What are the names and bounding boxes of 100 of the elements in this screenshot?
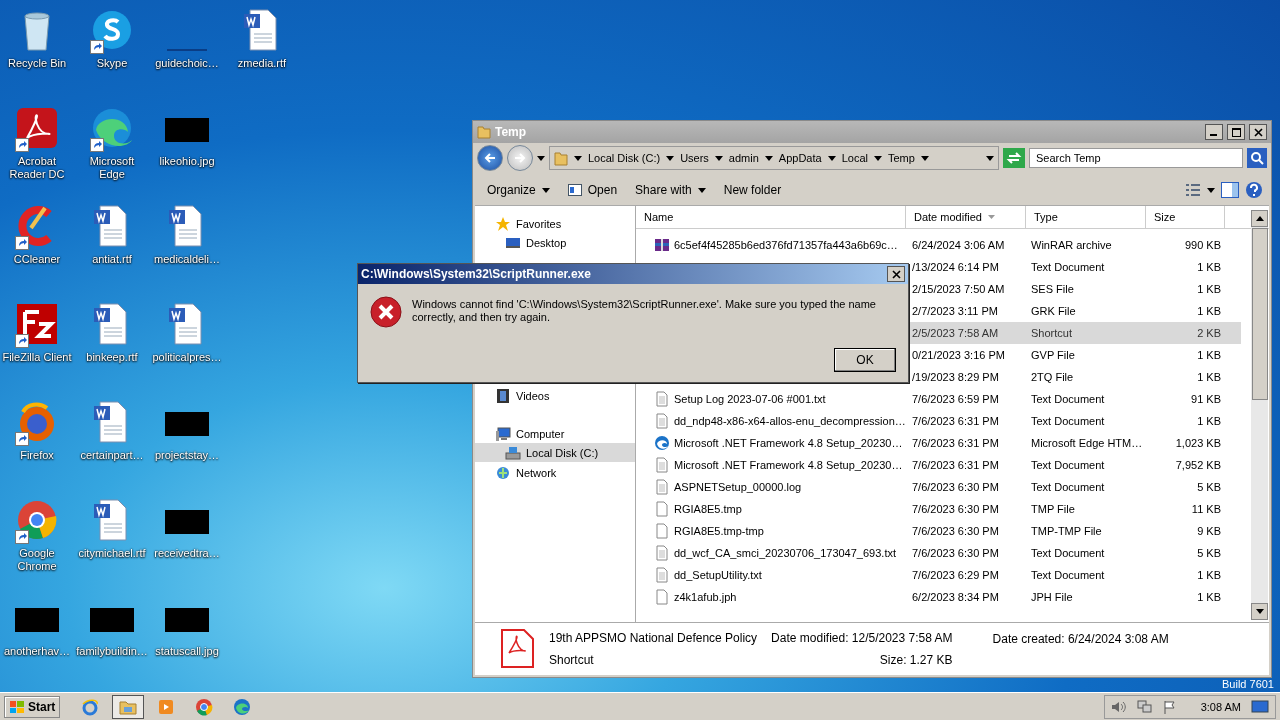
caret-icon: [574, 154, 582, 162]
file-row[interactable]: RGIA8E5.tmp 7/6/2023 6:30 PM TMP File 11 KB: [636, 498, 1241, 520]
file-row[interactable]: dd_wcf_CA_smci_20230706_173047_693.txt 7/6/2023 6:30 PM Text Document 5 KB: [636, 542, 1241, 564]
desktop-icon-label[interactable]: zmedia.rtf: [237, 57, 287, 70]
column-header[interactable]: Type: [1026, 206, 1146, 228]
column-header[interactable]: Date modified: [906, 206, 1026, 228]
minimize-button[interactable]: [1205, 124, 1223, 140]
refresh-icon[interactable]: [1003, 148, 1025, 168]
address-bar[interactable]: Local Disk (C:) Users admin AppData Local Temp: [549, 146, 999, 170]
close-button[interactable]: [887, 266, 905, 282]
close-icon: [891, 269, 901, 279]
date-modified: 7/6/2023 6:31 PM: [912, 459, 999, 471]
search-icon[interactable]: [1247, 148, 1267, 168]
desktop-icon-label[interactable]: Skype: [96, 57, 128, 70]
date-modified: 2/5/2023 7:58 AM: [912, 327, 999, 339]
text-file-icon: [654, 413, 670, 429]
speaker-icon[interactable]: [1110, 699, 1127, 714]
file-row[interactable]: Microsoft .NET Framework 4.8 Setup_20230… 7/6/2023 6:31 PM Microsoft Edge HTM… 1,023 KB: [636, 432, 1241, 454]
file-size: 1 KB: [1197, 569, 1221, 581]
date-modified: 7/6/2023 6:31 PM: [912, 437, 999, 449]
ok-button[interactable]: OK: [834, 348, 896, 372]
date-modified: 7/6/2023 6:30 PM: [912, 503, 999, 515]
nav-item[interactable]: Computer: [475, 424, 635, 443]
file-type: Text Document: [1031, 569, 1105, 581]
desktop-icon-label[interactable]: Acrobat Reader DC: [1, 155, 73, 181]
start-button[interactable]: Start: [4, 695, 61, 718]
desktop-icon-label[interactable]: Microsoft Edge: [76, 155, 148, 181]
nav-item[interactable]: Videos: [475, 386, 635, 405]
close-button[interactable]: [1249, 124, 1267, 140]
file-row[interactable]: Microsoft .NET Framework 4.8 Setup_20230… 7/6/2023 6:31 PM Text Document 7,952 KB: [636, 454, 1241, 476]
nav-item[interactable]: Desktop: [475, 233, 635, 252]
close-icon: [1253, 127, 1263, 137]
scrollbar[interactable]: [1251, 210, 1268, 620]
column-header[interactable]: Size: [1146, 206, 1225, 228]
file-row[interactable]: Setup Log 2023-07-06 #001.txt 7/6/2023 6:59 PM Text Document 91 KB: [636, 388, 1241, 410]
file-type: JPH File: [1031, 591, 1073, 603]
breadcrumb[interactable]: Users: [680, 152, 709, 164]
windows-logo-icon: [9, 699, 25, 714]
file-name: dd_wcf_CA_smci_20230706_173047_693.txt: [674, 547, 896, 559]
file-row[interactable]: ASPNETSetup_00000.log 7/6/2023 6:30 PM Text Document 5 KB: [636, 476, 1241, 498]
help-icon[interactable]: [1245, 181, 1263, 199]
file-title: 19th APPSMO National Defence Policy: [549, 631, 758, 645]
file-size: 91 KB: [1191, 393, 1221, 405]
desktop-icon-label[interactable]: Recycle Bin: [7, 57, 67, 70]
breadcrumb[interactable]: Local Disk (C:): [588, 152, 661, 164]
desktop-icon-label[interactable]: FileZilla Client: [2, 351, 72, 364]
caret-icon: [764, 154, 773, 162]
desktop-icon-label[interactable]: CCleaner: [13, 253, 61, 266]
toolbar-button[interactable]: New folder: [717, 181, 788, 199]
file-row[interactable]: dd_ndp48-x86-x64-allos-enu_decompression… 7/6/2023 6:31 PM Text Document 1 KB: [636, 410, 1241, 432]
taskbar-app[interactable]: [112, 694, 145, 719]
file-row[interactable]: dd_SetupUtility.txt 7/6/2023 6:29 PM Text Document 1 KB: [636, 564, 1241, 586]
file-row[interactable]: 6c5ef4f45285b6ed376fd71357fa443a6b69c… 6/24/2024 3:06 AM WinRAR archive 990 KB: [636, 234, 1241, 256]
file-row[interactable]: RGIA8E5.tmp-tmp 7/6/2023 6:30 PM TMP-TMP File 9 KB: [636, 520, 1241, 542]
view-options-icon[interactable]: [1185, 183, 1201, 197]
breadcrumb[interactable]: Local: [841, 152, 868, 164]
file-size: 1,023 KB: [1175, 437, 1221, 449]
edge-icon: [654, 435, 670, 451]
file-name: Setup Log 2023-07-06 #001.txt: [674, 393, 826, 405]
chrome-icon: [15, 498, 59, 542]
breadcrumb[interactable]: Temp: [887, 152, 915, 164]
date-created-info: Date created: 6/24/2024 3:08 AM: [992, 632, 1169, 646]
file-size: 1 KB: [1197, 415, 1221, 427]
desktop-icon-label[interactable]: guidechoic…: [155, 57, 219, 70]
breadcrumb[interactable]: admin: [728, 152, 759, 164]
date-modified: /19/2023 8:29 PM: [912, 371, 999, 383]
network-icon[interactable]: [1136, 699, 1153, 714]
error-message: Windows cannot find 'C:\Windows\System32\ScriptRunner.exe'. Make sure you typed the name correctly, and then try again.: [412, 298, 877, 325]
flag-icon[interactable]: [1162, 699, 1177, 714]
toolbar-button[interactable]: Open: [561, 181, 624, 199]
maximize-button[interactable]: [1227, 124, 1245, 140]
nav-item[interactable]: Local Disk (C:): [475, 443, 635, 462]
back-button[interactable]: [477, 145, 503, 171]
date-modified: 6/24/2024 3:06 AM: [912, 239, 1005, 251]
toolbar-button[interactable]: Organize: [481, 181, 556, 199]
column-header[interactable]: Name: [636, 206, 906, 228]
preview-pane-icon[interactable]: [1221, 182, 1239, 198]
desktop-icon-label[interactable]: likeohio.jpg: [159, 155, 215, 168]
caret-icon: [827, 154, 836, 162]
file-size: 5 KB: [1197, 547, 1221, 559]
caret-icon: [986, 154, 994, 162]
date-modified: 7/6/2023 6:29 PM: [912, 569, 999, 581]
file-icon: [654, 523, 670, 539]
forward-button[interactable]: [507, 145, 533, 171]
desktop-icon-label[interactable]: antiat.rtf: [92, 253, 132, 266]
nav-item[interactable]: Favorites: [475, 214, 635, 233]
file-size: 1 KB: [1197, 305, 1221, 317]
folder-icon: [554, 150, 568, 166]
text-file-icon: [654, 479, 670, 495]
show-desktop-icon[interactable]: [1251, 698, 1269, 715]
file-row[interactable]: z4k1afub.jph 6/2/2023 8:34 PM JPH File 1 KB: [636, 586, 1241, 608]
date-modified-info: Date modified: 12/5/2023 7:58 AM: [771, 631, 953, 645]
file-size: 1 KB: [1197, 283, 1221, 295]
toolbar-button[interactable]: Share with: [629, 181, 712, 199]
clock[interactable]: 3:08 AM: [1200, 700, 1241, 713]
search-field[interactable]: Search Temp: [1029, 148, 1243, 168]
desktop-icon-label[interactable]: medicaldeli…: [154, 253, 220, 266]
nav-item[interactable]: Network: [475, 463, 635, 482]
breadcrumb[interactable]: AppData: [778, 152, 822, 164]
text-file-icon: [654, 457, 670, 473]
